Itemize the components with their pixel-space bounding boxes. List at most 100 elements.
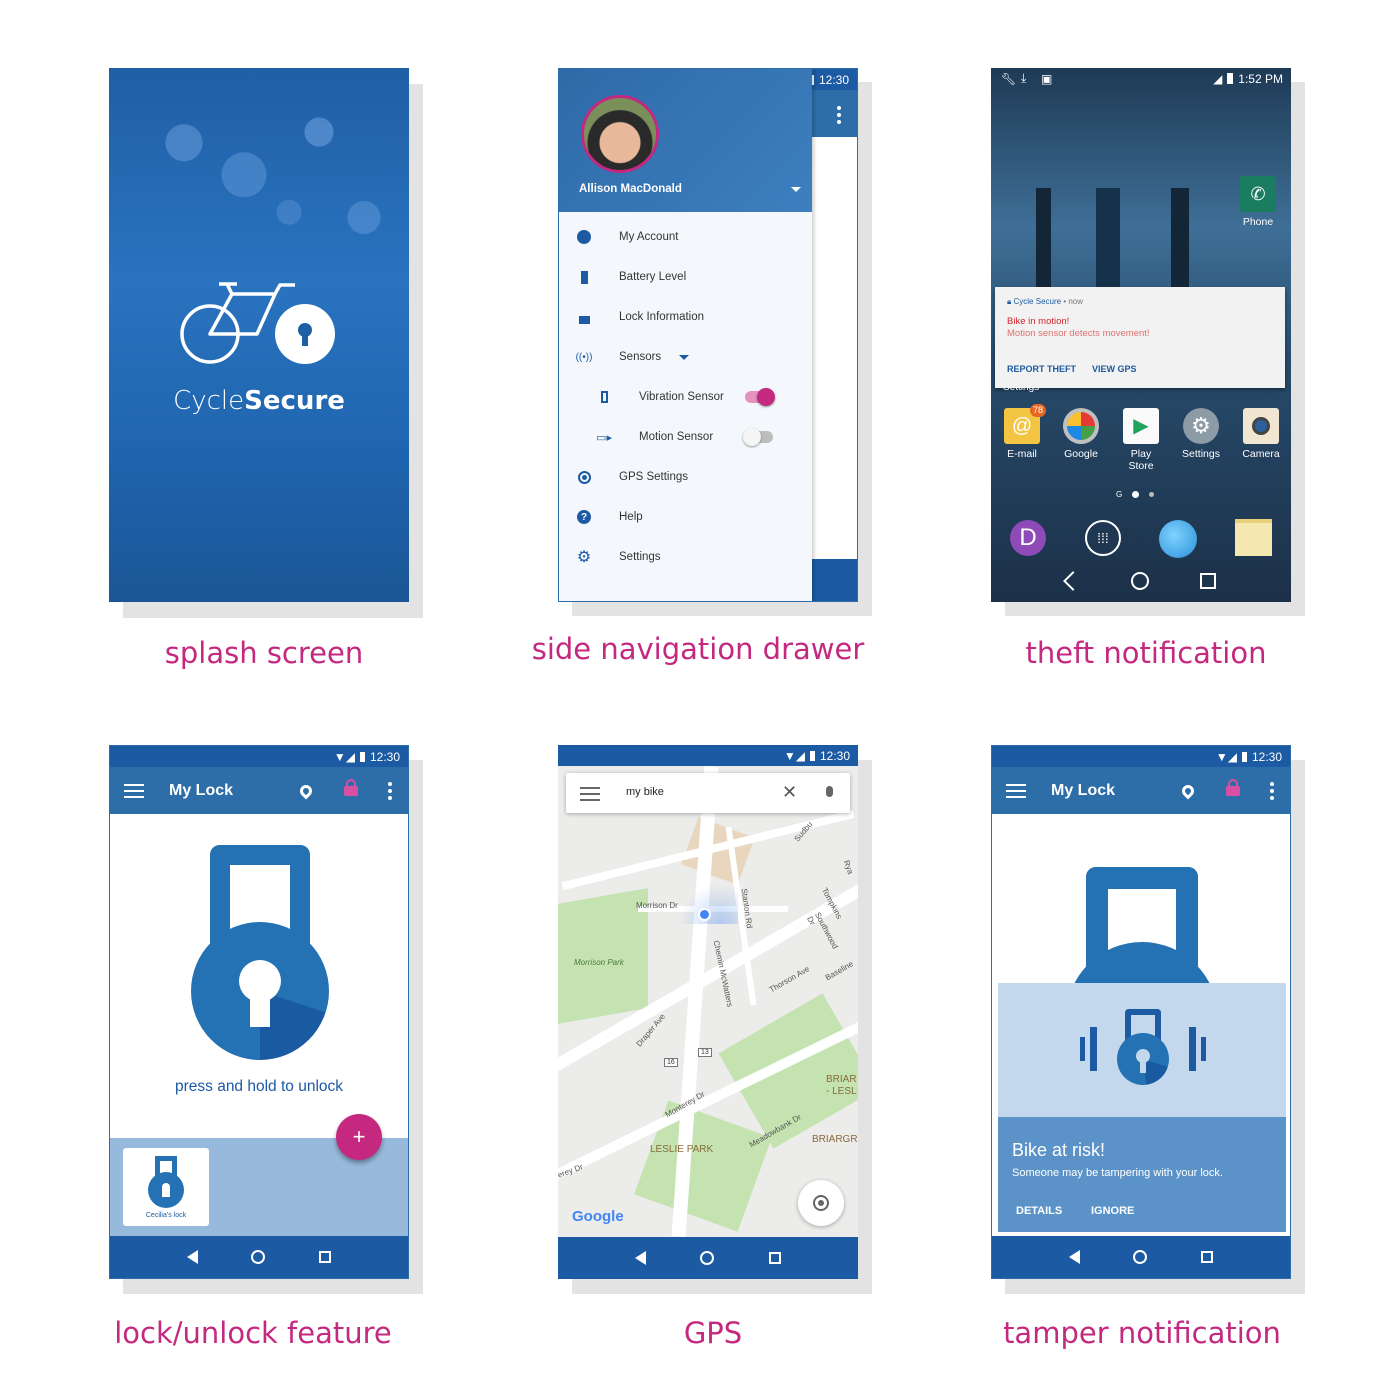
chevron-down-icon[interactable] — [679, 355, 689, 360]
street-label: Morrison Dr — [636, 901, 678, 910]
back-icon[interactable] — [1068, 1250, 1080, 1264]
recents-icon[interactable] — [768, 1252, 781, 1264]
phone-app[interactable]: ✆ Phone — [1235, 176, 1281, 228]
dock-avatar[interactable]: D — [1010, 520, 1046, 556]
lock-icon[interactable] — [344, 779, 358, 796]
lock-card-icon — [148, 1156, 184, 1208]
app-bar: My Lock — [992, 767, 1290, 814]
search-input[interactable]: my bike — [626, 786, 664, 798]
my-location-button[interactable] — [798, 1180, 844, 1226]
wrench-icon: 🔧︎ — [1001, 71, 1017, 86]
splash-screen: CycleSecure — [109, 68, 409, 602]
lock-icon[interactable] — [1226, 779, 1240, 796]
drawer-screen: 12:30 Allison MacDonald My Account Batte… — [558, 68, 858, 602]
back-icon[interactable] — [635, 1251, 647, 1265]
status-bar: ▼◢ 12:30 — [992, 746, 1290, 767]
gear-icon: ⚙ — [1183, 408, 1219, 444]
street-label: Rya — [841, 858, 856, 876]
lock-card[interactable]: Cecilia's lock — [123, 1148, 209, 1226]
chevron-down-icon[interactable] — [791, 187, 801, 192]
email-app[interactable]: @78 E-mail — [999, 404, 1046, 460]
drawer-item-battery[interactable]: Battery Level — [559, 257, 812, 297]
app-logo-text: CycleSecure — [173, 386, 345, 416]
play-store-app[interactable]: ▶ Play Store — [1118, 408, 1164, 472]
street-label: Morrison Park — [574, 958, 624, 967]
back-icon[interactable] — [1063, 571, 1084, 591]
status-bar: ▼◢ 12:30 — [558, 745, 858, 766]
google-app[interactable]: Google — [1058, 408, 1104, 460]
recents-icon[interactable] — [1199, 573, 1216, 589]
route-shield: 16 — [664, 1058, 678, 1067]
drawer-item-lock-info[interactable]: Lock Information — [559, 297, 812, 337]
caption-lock: lock/unlock feature — [114, 1316, 392, 1350]
drawer-item-help[interactable]: ? Help — [559, 497, 812, 537]
notes-icon[interactable] — [1235, 519, 1272, 556]
app-drawer-icon[interactable]: ⁞⁞⁞ — [1085, 520, 1121, 556]
recents-icon[interactable] — [1201, 1251, 1214, 1263]
street-label: erey Dr — [558, 1162, 585, 1180]
camera-app[interactable]: Camera — [1238, 408, 1284, 460]
search-bar: my bike ✕ — [566, 773, 850, 813]
battery-icon — [1241, 751, 1247, 762]
overflow-menu-icon[interactable] — [836, 106, 842, 124]
app-bar: My Lock — [110, 767, 408, 814]
nav-bar — [992, 1236, 1290, 1278]
view-gps-button[interactable]: VIEW GPS — [1092, 364, 1137, 374]
big-padlock[interactable] — [191, 845, 329, 1060]
browser-icon[interactable] — [1159, 520, 1197, 558]
nav-bar — [558, 1237, 858, 1279]
page-indicator: G — [1116, 490, 1155, 499]
settings-label-partial: Settings — [1003, 387, 1040, 393]
google-logo: Google — [572, 1208, 624, 1225]
camera-icon — [1243, 408, 1279, 444]
home-icon[interactable] — [1130, 572, 1149, 590]
street-label: LESLIE PARK — [650, 1144, 714, 1155]
recents-icon[interactable] — [319, 1251, 332, 1263]
menu-icon[interactable] — [580, 787, 600, 801]
caption-gps: GPS — [683, 1316, 743, 1350]
wifi-icon: ▼◢ — [783, 748, 805, 763]
home-icon[interactable] — [700, 1251, 715, 1265]
ignore-button[interactable]: IGNORE — [1091, 1205, 1134, 1217]
drawer-item-sensors[interactable]: ((•)) Sensors — [559, 337, 812, 377]
battery-icon — [1227, 73, 1234, 84]
drawer-item-gps[interactable]: GPS Settings — [559, 457, 812, 497]
battery-icon — [359, 751, 365, 762]
caption-theft: theft notification — [1025, 636, 1267, 670]
drawer-item-my-account[interactable]: My Account — [559, 217, 812, 257]
battery-icon — [577, 270, 591, 284]
caption-splash: splash screen — [164, 636, 364, 670]
tamper-screen: ▼◢ 12:30 My Lock Bike at risk! Someone m… — [991, 745, 1291, 1279]
account-circle-icon — [577, 230, 591, 244]
home-icon[interactable] — [1133, 1250, 1148, 1264]
details-button[interactable]: DETAILS — [1016, 1205, 1062, 1217]
notification-card[interactable]: 🔒︎ Cycle Secure • now Bike in motion! Mo… — [995, 287, 1285, 388]
location-icon[interactable] — [297, 782, 315, 799]
tamper-overlay — [998, 983, 1286, 1117]
back-icon[interactable] — [186, 1250, 198, 1264]
settings-app[interactable]: ⚙ Settings — [1178, 408, 1224, 460]
status-bar: ▼◢ 12:30 — [110, 746, 408, 767]
location-icon[interactable] — [1179, 782, 1197, 799]
menu-icon[interactable] — [1006, 783, 1026, 798]
avatar[interactable] — [581, 95, 659, 173]
page-title: My Lock — [1051, 781, 1116, 799]
alert-body: Someone may be tampering with your lock. — [1012, 1167, 1223, 1179]
report-theft-button[interactable]: REPORT THEFT — [1007, 364, 1076, 374]
map[interactable]: Morrison Dr Morrison Park Stanton Rd Tom… — [558, 766, 858, 1237]
overflow-menu-icon[interactable] — [1269, 781, 1275, 800]
motion-toggle[interactable] — [743, 428, 773, 446]
home-icon[interactable] — [251, 1250, 266, 1264]
drawer-item-settings[interactable]: ⚙ Settings — [559, 537, 812, 577]
microphone-icon[interactable] — [826, 786, 833, 797]
vibration-icon — [597, 390, 611, 404]
add-lock-button[interactable]: + — [336, 1114, 382, 1160]
overflow-menu-icon[interactable] — [387, 781, 393, 800]
nav-bar — [110, 1236, 408, 1278]
sensors-icon: ((•)) — [575, 351, 593, 363]
wifi-icon: ◢ — [1213, 71, 1223, 86]
close-icon[interactable]: ✕ — [782, 782, 797, 803]
gps-screen: Morrison Dr Morrison Park Stanton Rd Tom… — [558, 745, 858, 1279]
vibration-toggle[interactable] — [745, 388, 775, 406]
menu-icon[interactable] — [124, 783, 144, 798]
